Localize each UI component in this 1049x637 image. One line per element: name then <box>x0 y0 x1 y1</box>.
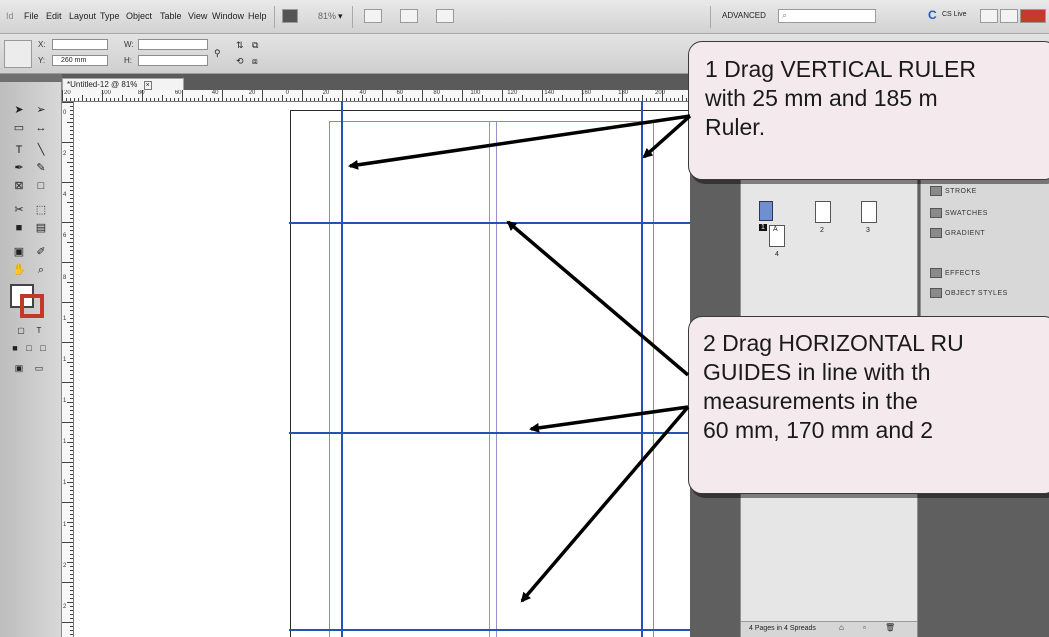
arrow-to-top-horizontal-guide <box>506 220 690 377</box>
arrow-to-bottom-horizontal-guide <box>520 405 690 603</box>
arrow-to-middle-horizontal-guide <box>529 405 689 433</box>
arrow-to-left-vertical-guide <box>348 114 691 170</box>
annotation-arrows <box>348 114 692 603</box>
